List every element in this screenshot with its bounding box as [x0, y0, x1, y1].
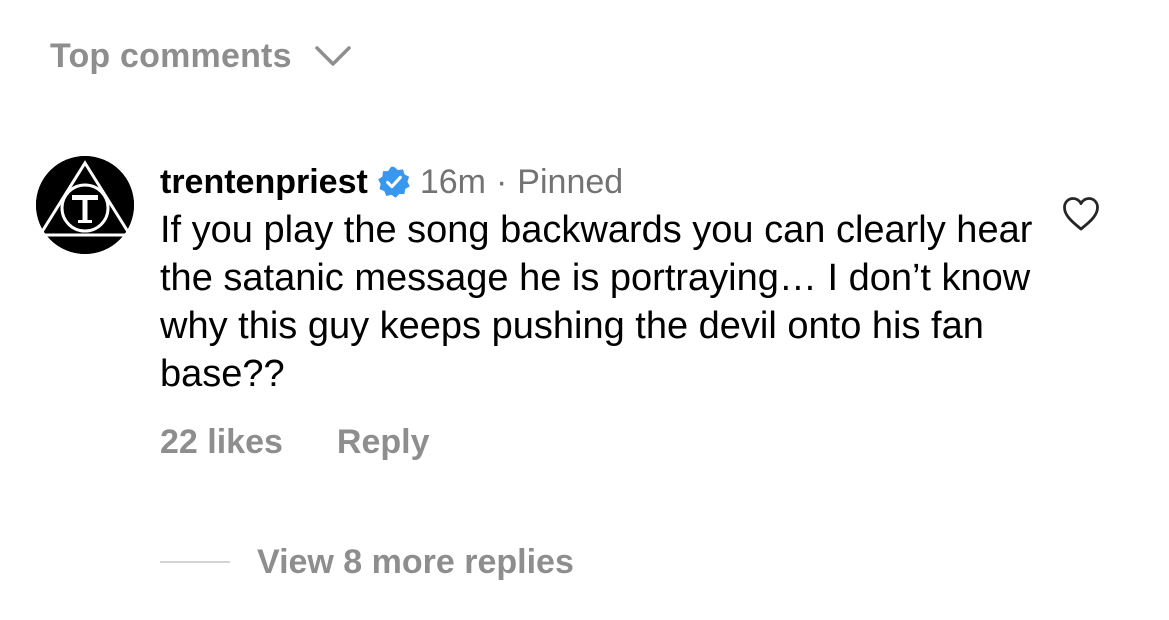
view-more-replies-button[interactable]: View 8 more replies: [160, 540, 574, 584]
heart-outline-icon: [1063, 197, 1099, 231]
comment-actions: 22 likes Reply: [160, 418, 1060, 466]
meta-separator: ·: [495, 162, 508, 201]
comment-text: If you play the song backwards you can c…: [160, 209, 1033, 395]
pinned-label: Pinned: [517, 162, 624, 201]
comment-meta: trentenpriest 16m · Pinned: [160, 160, 1060, 204]
triangle-t-logo-icon: [36, 156, 134, 254]
verified-badge-icon: [377, 165, 411, 199]
comment-body: trentenpriest 16m · Pinned If you play t…: [160, 160, 1060, 466]
reply-button[interactable]: Reply: [337, 423, 430, 462]
sort-comments-dropdown[interactable]: Top comments: [50, 34, 352, 78]
username[interactable]: trentenpriest: [160, 163, 368, 202]
avatar[interactable]: [36, 156, 134, 254]
chevron-down-icon: [314, 44, 352, 68]
replies-divider-line: [160, 561, 230, 563]
likes-count[interactable]: 22 likes: [160, 423, 283, 462]
like-button[interactable]: [1062, 196, 1100, 232]
comment-timestamp: 16m: [419, 162, 486, 201]
view-replies-label: View 8 more replies: [257, 542, 574, 581]
sort-label: Top comments: [50, 36, 292, 75]
